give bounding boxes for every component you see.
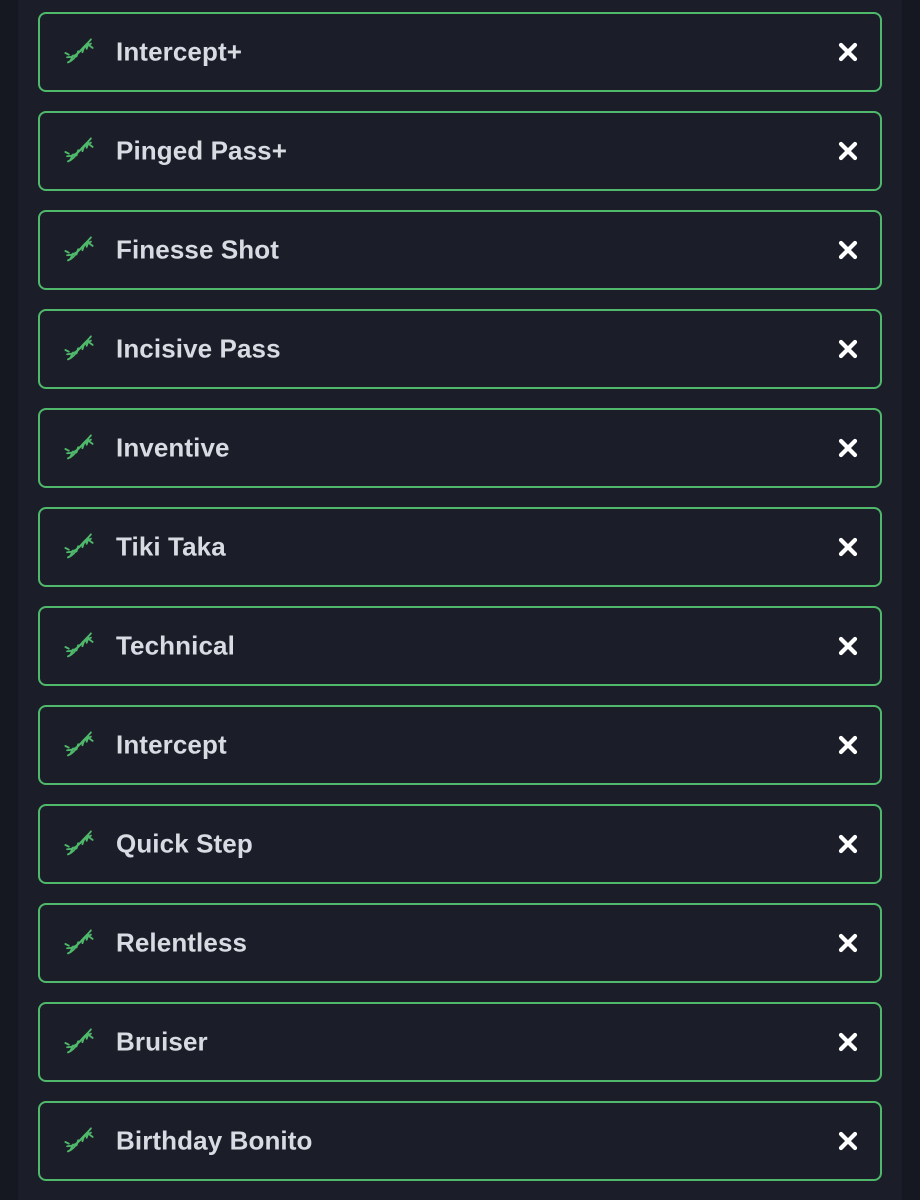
close-icon[interactable] xyxy=(837,635,859,657)
remove-button[interactable] xyxy=(834,434,862,462)
list-item[interactable]: Inventive xyxy=(38,408,882,488)
dna-icon xyxy=(64,1127,94,1153)
playstyle-label: Intercept+ xyxy=(116,36,242,67)
list-item[interactable]: Quick Step xyxy=(38,804,882,884)
playstyle-label: Birthday Bonito xyxy=(116,1125,313,1156)
playstyle-label: Incisive Pass xyxy=(116,333,281,364)
remove-button[interactable] xyxy=(834,38,862,66)
dna-icon xyxy=(64,236,94,262)
playstyle-list: Intercept+ Pinged Pass+ Finesse Shot Inc… xyxy=(38,12,882,1200)
close-icon[interactable] xyxy=(837,932,859,954)
list-item[interactable]: Tiki Taka xyxy=(38,507,882,587)
playstyle-label: Intercept xyxy=(116,729,227,760)
remove-button[interactable] xyxy=(834,335,862,363)
list-item[interactable]: Intercept+ xyxy=(38,12,882,92)
list-item[interactable]: Incisive Pass xyxy=(38,309,882,389)
dna-icon xyxy=(64,731,94,757)
list-item[interactable]: Intercept xyxy=(38,705,882,785)
dna-icon xyxy=(64,434,94,460)
dna-icon xyxy=(64,137,94,163)
remove-button[interactable] xyxy=(834,236,862,264)
remove-button[interactable] xyxy=(834,533,862,561)
remove-button[interactable] xyxy=(834,1127,862,1155)
dna-icon xyxy=(64,632,94,658)
dna-icon xyxy=(64,1028,94,1054)
playstyle-label: Bruiser xyxy=(116,1026,208,1057)
dna-icon xyxy=(64,335,94,361)
remove-button[interactable] xyxy=(834,1028,862,1056)
dna-icon xyxy=(64,929,94,955)
close-icon[interactable] xyxy=(837,1031,859,1053)
close-icon[interactable] xyxy=(837,734,859,756)
playstyle-label: Finesse Shot xyxy=(116,234,280,265)
close-icon[interactable] xyxy=(837,41,859,63)
list-item[interactable]: Birthday Bonito xyxy=(38,1101,882,1181)
list-item[interactable]: Pinged Pass+ xyxy=(38,111,882,191)
close-icon[interactable] xyxy=(837,338,859,360)
close-icon[interactable] xyxy=(837,833,859,855)
remove-button[interactable] xyxy=(834,137,862,165)
playstyle-label: Quick Step xyxy=(116,828,253,859)
remove-button[interactable] xyxy=(834,830,862,858)
remove-button[interactable] xyxy=(834,632,862,660)
remove-button[interactable] xyxy=(834,929,862,957)
close-icon[interactable] xyxy=(837,536,859,558)
list-item[interactable]: Technical xyxy=(38,606,882,686)
playstyle-label: Technical xyxy=(116,630,235,661)
playstyle-label: Relentless xyxy=(116,927,248,958)
playstyle-label: Pinged Pass+ xyxy=(116,135,287,166)
dna-icon xyxy=(64,38,94,64)
dna-icon xyxy=(64,830,94,856)
list-item[interactable]: Bruiser xyxy=(38,1002,882,1082)
list-item[interactable]: Finesse Shot xyxy=(38,210,882,290)
list-item[interactable]: Relentless xyxy=(38,903,882,983)
close-icon[interactable] xyxy=(837,140,859,162)
close-icon[interactable] xyxy=(837,1130,859,1152)
remove-button[interactable] xyxy=(834,731,862,759)
playstyle-label: Inventive xyxy=(116,432,230,463)
close-icon[interactable] xyxy=(837,437,859,459)
close-icon[interactable] xyxy=(837,239,859,261)
playstyle-label: Tiki Taka xyxy=(116,531,226,562)
dna-icon xyxy=(64,533,94,559)
